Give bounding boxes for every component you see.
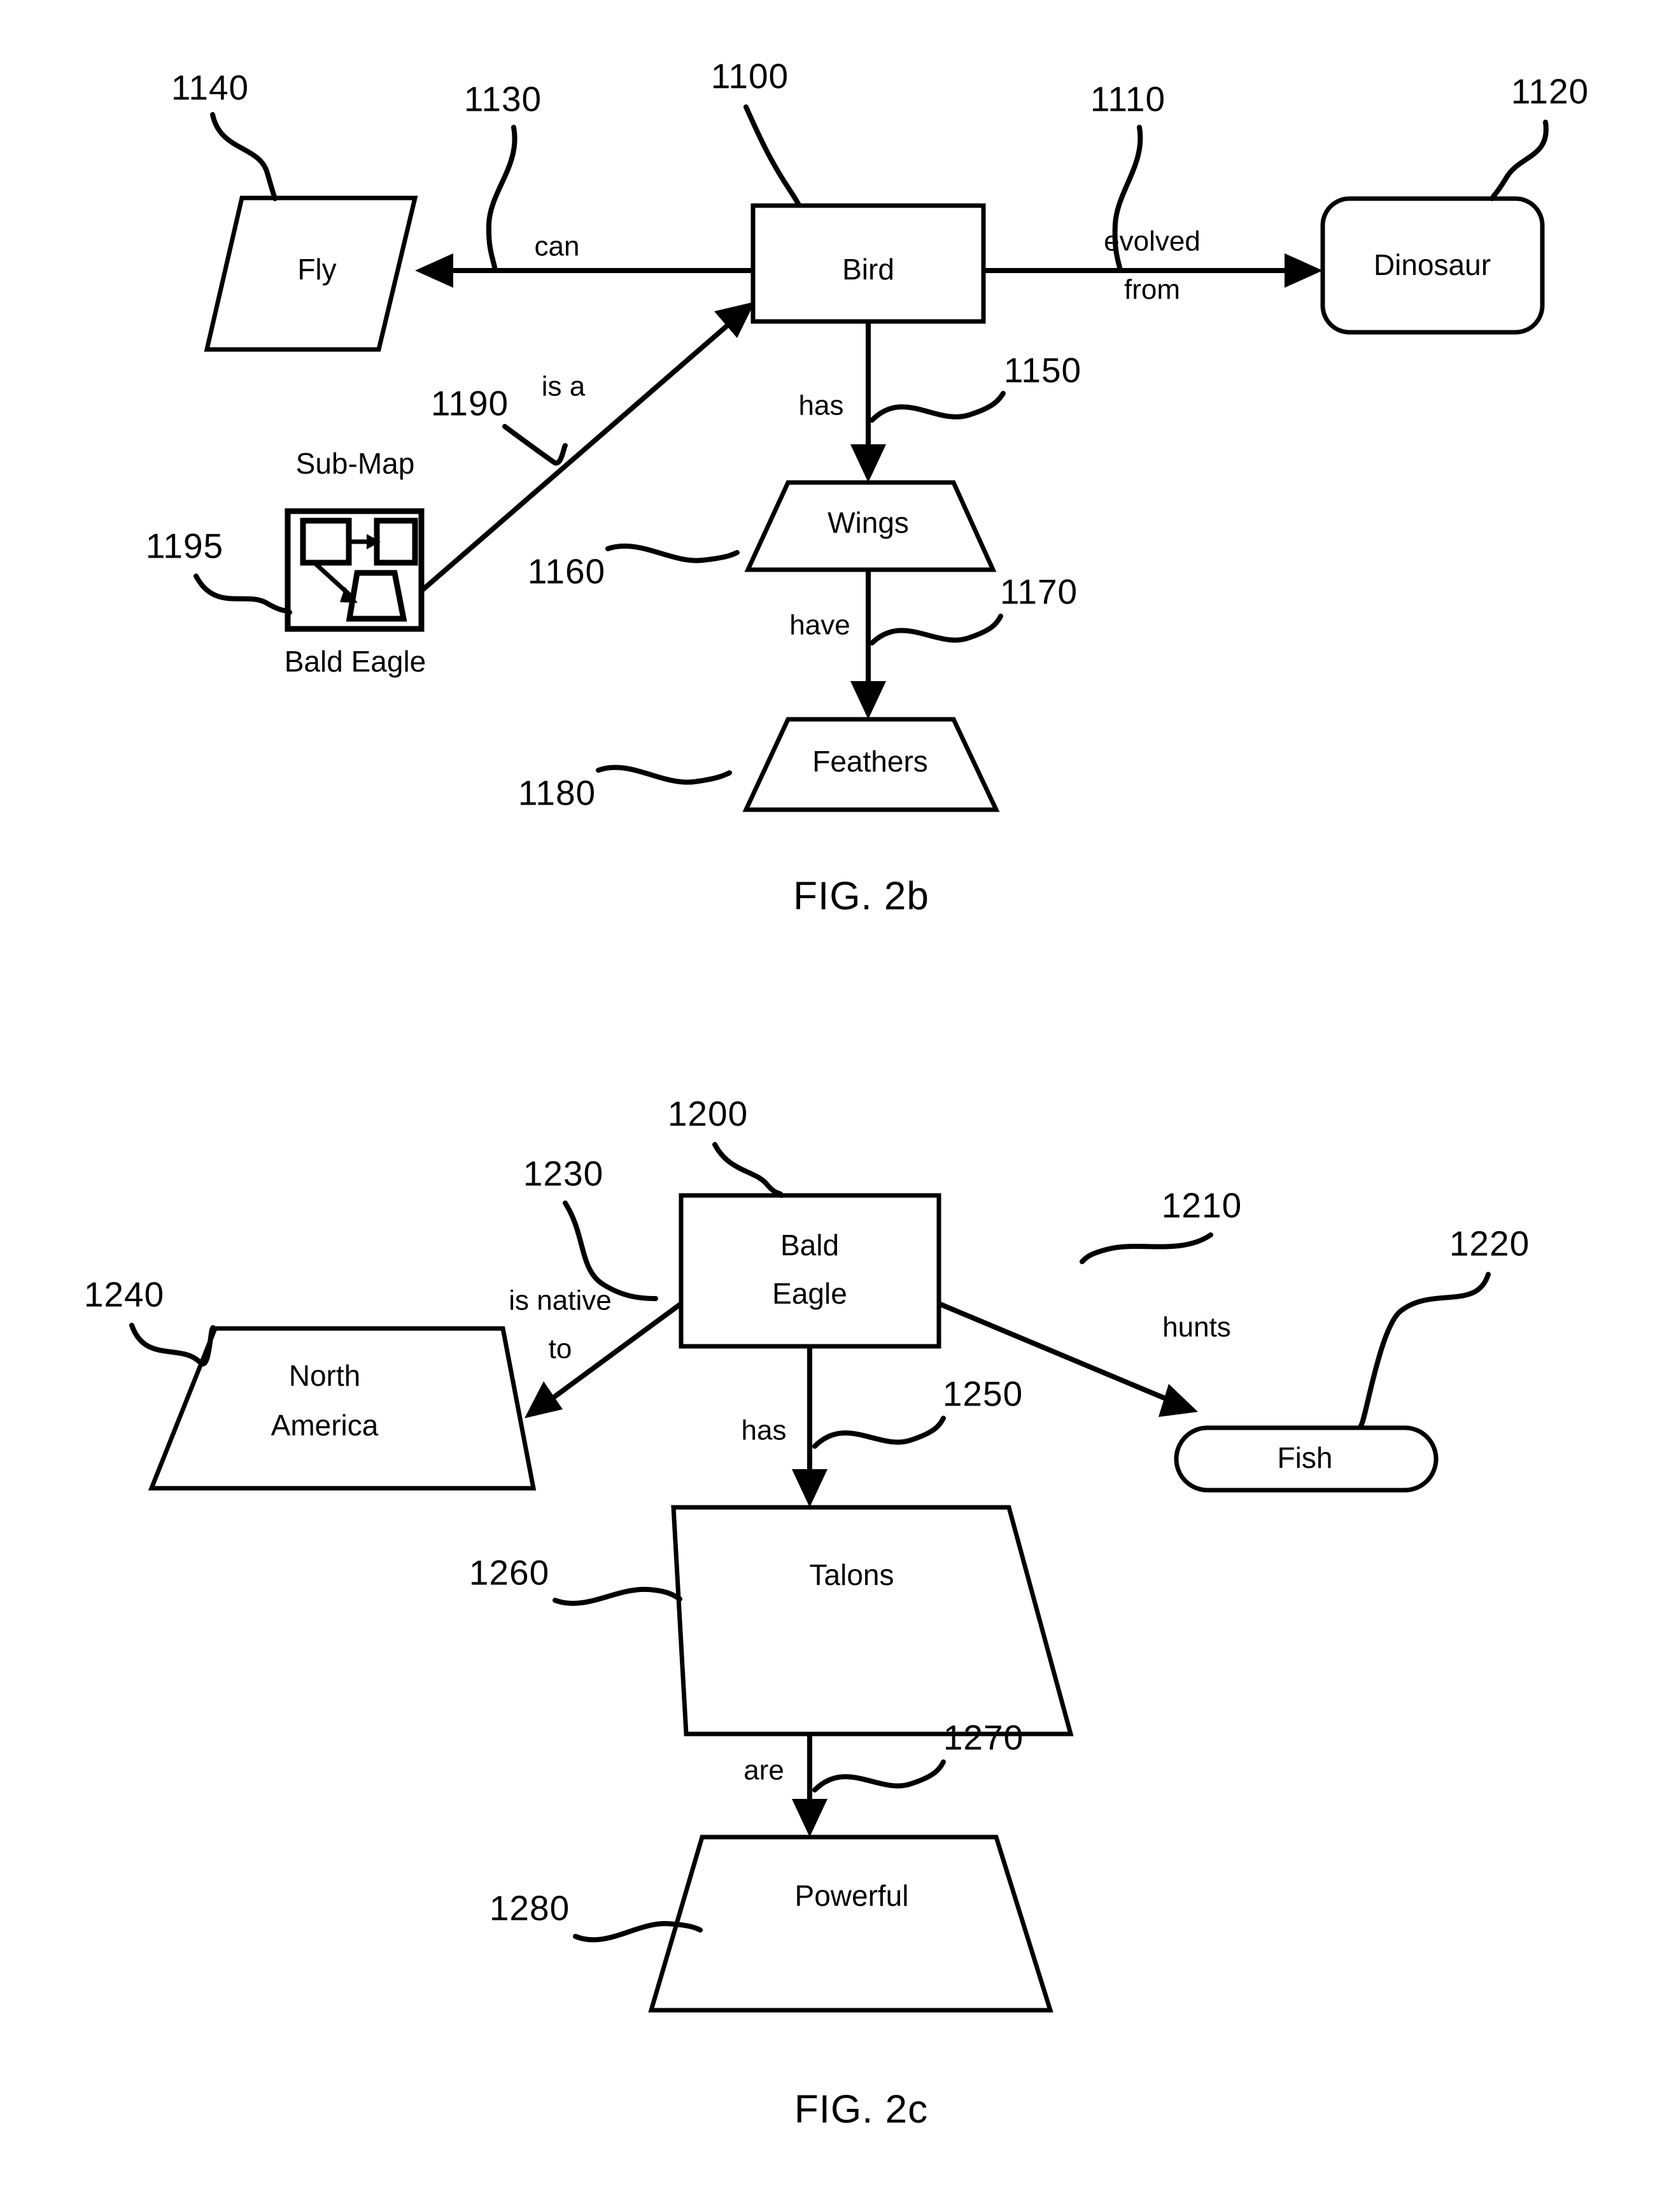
- ref-1250: 1250: [943, 1374, 1023, 1414]
- node-bald-eagle[interactable]: [679, 1193, 941, 1349]
- patent-figure-page: Bird Dinosaur Fly Wings Feathers Sub-Map…: [0, 0, 1676, 2212]
- edge-has-talons-label: has: [742, 1415, 787, 1446]
- ref-1220: 1220: [1449, 1224, 1530, 1264]
- edge-has: [850, 321, 886, 483]
- leader-1250: [812, 1416, 946, 1449]
- node-sub-map[interactable]: [285, 508, 425, 632]
- leader-1230: [563, 1201, 658, 1301]
- ref-1270: 1270: [943, 1718, 1024, 1758]
- edge-can-label: can: [535, 231, 580, 262]
- node-bald-eagle-label-line1: Bald: [780, 1229, 839, 1262]
- edge-has-talons: [792, 1346, 827, 1507]
- leader-1170: [870, 614, 1003, 645]
- sub-map-title: Sub-Map: [296, 447, 415, 480]
- figure-2c-caption: FIG. 2c: [794, 2087, 928, 2131]
- ref-1180: 1180: [518, 773, 596, 813]
- ref-1230: 1230: [523, 1154, 603, 1194]
- leader-1260: [553, 1586, 682, 1606]
- edge-is-a-label: is a: [542, 371, 586, 402]
- ref-1200: 1200: [668, 1094, 748, 1134]
- leader-1210: [1080, 1232, 1213, 1264]
- ref-1140: 1140: [171, 68, 249, 108]
- ref-1120: 1120: [1511, 72, 1589, 111]
- node-powerful[interactable]: [648, 1835, 1053, 2013]
- leader-1130: [486, 125, 518, 272]
- ref-1190: 1190: [431, 384, 509, 423]
- leader-1160: [605, 543, 740, 563]
- leader-1140: [210, 112, 278, 201]
- ref-1240: 1240: [84, 1275, 164, 1314]
- ref-1170: 1170: [1000, 572, 1078, 612]
- node-north-america-label-line2: America: [271, 1409, 379, 1442]
- edge-are-label: are: [743, 1755, 784, 1786]
- node-bird-label: Bird: [842, 253, 894, 286]
- leader-1220: [1358, 1272, 1491, 1428]
- figure-2b-caption: FIG. 2b: [793, 874, 929, 918]
- figure-canvas: Bird Dinosaur Fly Wings Feathers Sub-Map…: [84, 57, 1589, 2132]
- leader-1180: [596, 764, 732, 785]
- leader-1100: [743, 104, 801, 208]
- ref-1195: 1195: [146, 526, 223, 566]
- edge-has-label: has: [799, 390, 844, 421]
- node-fly-label: Fly: [297, 253, 336, 286]
- edge-can: [415, 253, 753, 288]
- leader-1200: [712, 1142, 784, 1198]
- ref-1210: 1210: [1162, 1186, 1242, 1225]
- leader-1195: [194, 574, 292, 615]
- edge-evolved-from-label-line2: from: [1124, 274, 1180, 306]
- leader-1150: [870, 391, 1006, 423]
- ref-1100: 1100: [711, 57, 789, 96]
- node-powerful-label: Powerful: [795, 1879, 909, 1912]
- node-feathers-label: Feathers: [812, 745, 928, 778]
- figure-2b: Bird Dinosaur Fly Wings Feathers Sub-Map…: [146, 57, 1589, 919]
- leader-1120: [1489, 120, 1549, 201]
- ref-1110: 1110: [1090, 80, 1165, 119]
- edge-have: [850, 570, 886, 719]
- sub-map-label: Bald Eagle: [285, 645, 426, 678]
- node-dinosaur-label: Dinosaur: [1374, 248, 1491, 281]
- node-wings-label: Wings: [827, 506, 909, 539]
- edge-is-a: [418, 302, 755, 595]
- edge-have-label: have: [789, 610, 850, 641]
- ref-1150: 1150: [1004, 351, 1081, 390]
- edge-is-native-to-label-line1: is native: [509, 1285, 611, 1316]
- leader-1190: [502, 424, 568, 466]
- figure-2c: Bald Eagle Fish North America Talons Pow…: [84, 1094, 1530, 2132]
- node-fish-label: Fish: [1278, 1441, 1333, 1474]
- node-talons[interactable]: [671, 1505, 1074, 1736]
- ref-1280: 1280: [489, 1889, 570, 1928]
- leader-1270: [812, 1759, 946, 1793]
- node-talons-label: Talons: [810, 1558, 894, 1591]
- ref-1130: 1130: [464, 80, 542, 119]
- edge-hunts-label: hunts: [1162, 1312, 1231, 1343]
- edge-is-native-to-label-line2: to: [549, 1334, 572, 1365]
- ref-1160: 1160: [528, 552, 605, 591]
- ref-1260: 1260: [469, 1553, 549, 1593]
- node-north-america-label-line1: North: [289, 1359, 360, 1392]
- node-bald-eagle-label-line2: Eagle: [772, 1277, 847, 1310]
